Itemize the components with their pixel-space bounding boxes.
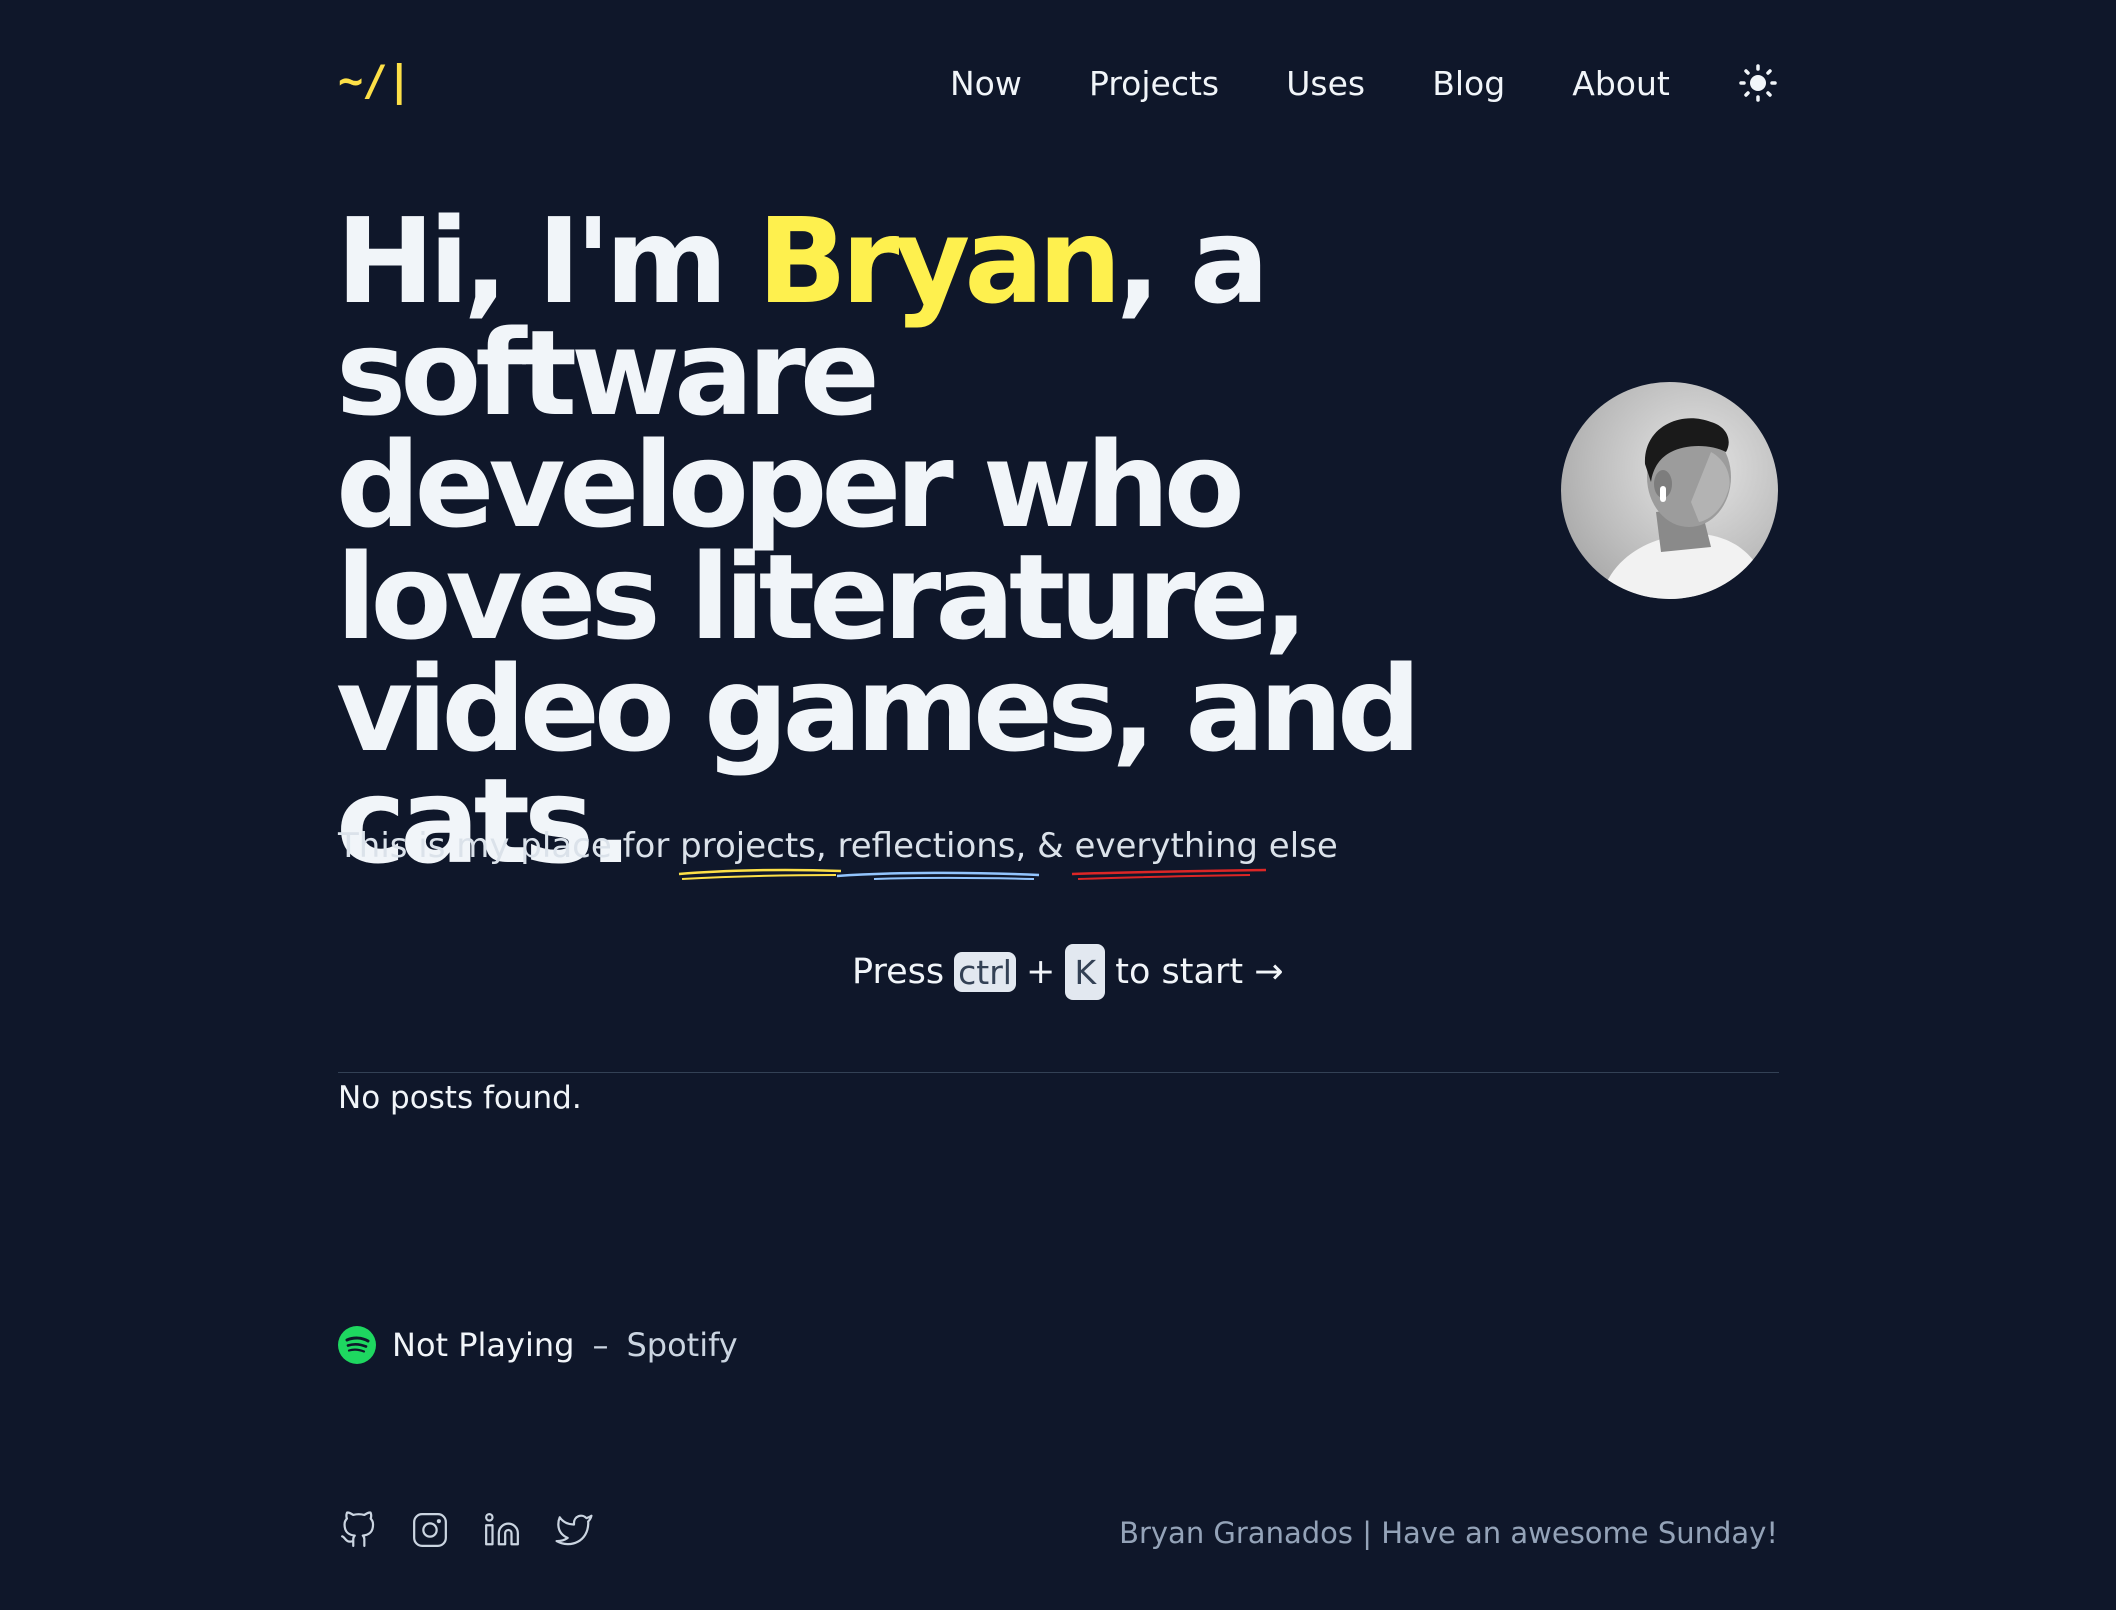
tagline-projects-text: projects, — [680, 826, 827, 866]
playback-status: Not Playing — [392, 1326, 575, 1364]
tagline-projects: projects, — [679, 826, 842, 880]
avatar — [1561, 382, 1778, 599]
instagram-icon — [413, 1513, 447, 1547]
theme-toggle-button[interactable] — [1737, 62, 1779, 104]
tagline-prefix: This is my place for — [338, 826, 681, 866]
section-divider — [338, 1072, 1779, 1073]
now-playing[interactable]: Not Playing – Spotify — [338, 1326, 738, 1364]
to-start-label: to start → — [1115, 952, 1284, 992]
music-service: Spotify — [626, 1326, 738, 1364]
posts-empty-message: No posts found. — [338, 1080, 582, 1116]
k-key: K — [1065, 944, 1106, 1000]
linkedin-link[interactable] — [482, 1510, 522, 1550]
spotify-icon — [338, 1326, 376, 1364]
twitter-icon — [555, 1514, 593, 1546]
everything-underline — [1072, 868, 1267, 880]
tagline-reflections: reflections, — [836, 826, 1039, 880]
now-playing-separator: – — [592, 1326, 609, 1364]
projects-underline — [679, 868, 842, 880]
plus-label: + — [1025, 952, 1056, 992]
nav-projects[interactable]: Projects — [1089, 64, 1219, 103]
instagram-link[interactable] — [410, 1510, 450, 1550]
tagline: This is my place for projects, reflectio… — [338, 826, 1338, 880]
reflections-underline — [836, 871, 1039, 880]
tagline-everything-text: everything — [1074, 826, 1258, 866]
press-label: Press — [852, 952, 945, 992]
hero-heading: Hi, I'm Bryan, a software developer who … — [336, 202, 1516, 880]
github-link[interactable] — [338, 1510, 378, 1550]
nav-about[interactable]: About — [1572, 64, 1670, 103]
profile-photo — [1601, 418, 1771, 599]
tagline-reflections-text: reflections, — [837, 826, 1027, 866]
github-icon — [341, 1511, 375, 1547]
sun-icon — [1739, 64, 1777, 102]
footer-signature: Bryan Granados | Have an awesome Sunday! — [1119, 1516, 1778, 1550]
tagline-else: else — [1257, 826, 1338, 866]
nav-uses[interactable]: Uses — [1286, 64, 1365, 103]
linkedin-icon — [485, 1513, 519, 1546]
main-nav: Now Projects Uses Blog About — [950, 58, 1779, 108]
nav-now[interactable]: Now — [950, 64, 1022, 103]
tagline-everything: everything — [1072, 826, 1267, 880]
ctrl-key: ctrl — [954, 952, 1016, 992]
page: ~/| Now Projects Uses Blog About Hi, I'm… — [0, 0, 2116, 1610]
command-palette-hint[interactable]: Press ctrl + K to start → — [852, 944, 1284, 1000]
site-logo[interactable]: ~/| — [338, 56, 412, 105]
social-links — [338, 1510, 594, 1550]
nav-blog[interactable]: Blog — [1432, 64, 1505, 103]
tagline-amp: & — [1026, 826, 1075, 866]
twitter-link[interactable] — [554, 1510, 594, 1550]
